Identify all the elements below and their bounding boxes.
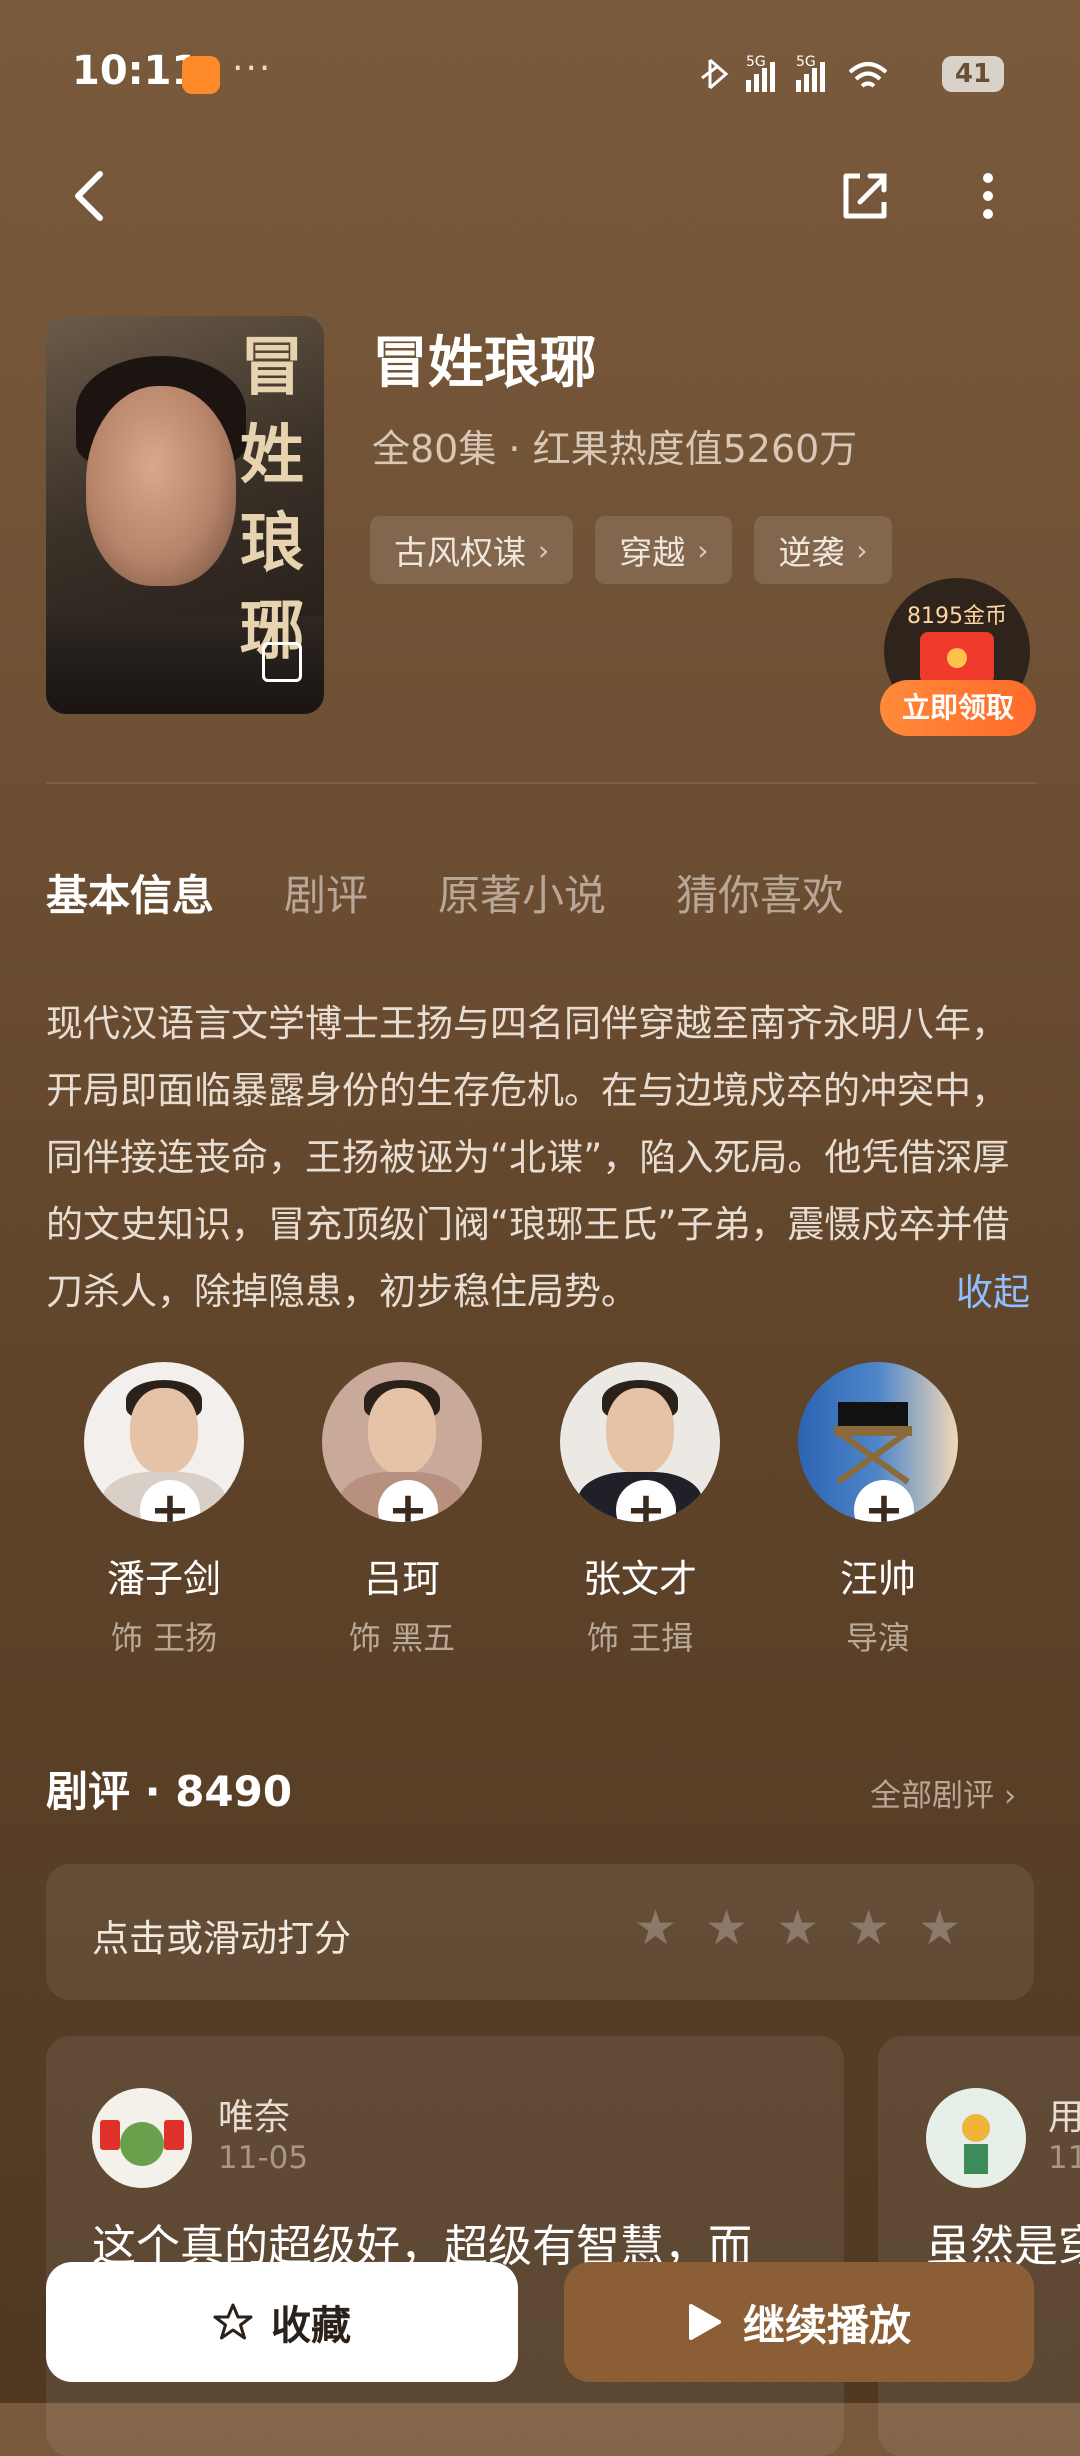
cast-role: 饰 王扬 [110,1619,218,1657]
more-vertical-icon [983,173,993,219]
drama-title: 冒姓琅琊 [372,331,596,396]
avatar: + [560,1362,720,1522]
star-outline-icon [213,2303,253,2340]
more-notifications-indicator: ··· [232,48,273,89]
favorite-button[interactable]: 收藏 [46,2262,518,2382]
cast-name: 潘子剑 [106,1557,221,1601]
favorite-label: 收藏 [271,2303,351,2349]
tab-bar: 基本信息 剧评 原著小说 猜你喜欢 [46,862,844,923]
cast-role: 导演 [845,1619,910,1657]
back-button[interactable] [54,160,126,232]
share-button[interactable] [828,160,900,232]
chevron-right-icon: › [697,533,709,567]
reviewer-avatar-art [962,2114,990,2174]
tab-basic-info[interactable]: 基本信息 [46,862,214,923]
back-arrow-icon [75,171,103,221]
star-icon[interactable]: ★ [776,1900,819,1956]
all-reviews-link[interactable]: 全部剧评 › [870,1770,1016,1815]
reviewer-avatar-art [100,2120,184,2166]
review-date: 11-05 [218,2140,309,2176]
svg-text:5G: 5G [746,54,766,70]
star-icon[interactable]: ★ [705,1900,748,1956]
cast-member[interactable]: + 吕珂 饰 黑五 [312,1362,492,1659]
cast-role: 饰 黑五 [348,1619,456,1657]
review-card[interactable]: 用 11 虽然是穿 [878,2036,1080,2456]
poster-title-calligraphy: 冒姓琅琊 [240,330,304,669]
share-icon [843,173,887,219]
status-time: 10:11 [72,48,200,94]
reward-coins: 8195金币 [907,604,1007,629]
svg-text:5G: 5G [796,54,816,70]
tab-reviews[interactable]: 剧评 [284,862,368,923]
signal-icon: 5G 5G [701,54,888,92]
all-reviews-label: 全部剧评 [870,1778,994,1814]
reviewer-avatar [92,2088,192,2188]
cast-name: 吕珂 [363,1557,440,1601]
bluetooth-signal-wifi-icons: 5G 5G [700,52,930,104]
tag-list: 古风权谋 › 穿越 › 逆袭 › [370,516,892,584]
tag-item[interactable]: 古风权谋 › [370,516,574,584]
continue-play-label: 继续播放 [742,2300,911,2350]
rating-prompt: 点击或滑动打分 [92,1917,351,1960]
cast-name: 汪帅 [839,1557,916,1601]
star-icon[interactable]: ★ [634,1900,677,1956]
more-options-button[interactable] [952,160,1024,232]
drama-meta: 全80集 · 红果热度值5260万 [372,427,858,471]
reviewer-name: 用 [1048,2097,1080,2138]
tag-label: 逆袭 [778,533,845,572]
continue-play-button[interactable]: 继续播放 [564,2262,1034,2382]
star-icon[interactable]: ★ [847,1900,890,1956]
notification-app-icon [182,56,220,94]
cast-name: 张文才 [582,1557,697,1601]
avatar: + [322,1362,482,1522]
tag-label: 穿越 [619,533,686,572]
chevron-right-icon: › [994,1778,1017,1814]
pip-icon[interactable] [262,642,302,682]
status-bar: 10:11 ··· 5G 5G 41 [0,0,1080,150]
claim-reward-button[interactable]: 立即领取 [880,680,1036,736]
drama-poster[interactable]: 冒姓琅琊 [46,316,324,714]
chevron-right-icon: › [538,533,550,567]
review-card[interactable]: 唯奈 11-05 这个真的超级好，超级有智慧，而 [46,2036,844,2456]
star-rating[interactable]: ★ ★ ★ ★ ★ [634,1900,961,1956]
description-text: 现代汉语言文学博士王扬与四名同伴穿越至南齐永明八年，开局即面临暴露身份的生存危机… [46,1002,1010,1313]
reviewer-avatar [926,2088,1026,2188]
chevron-right-icon: › [856,533,868,567]
reviews-heading: 剧评 · 8490 [46,1767,293,1816]
tag-item[interactable]: 逆袭 › [754,516,892,584]
star-icon[interactable]: ★ [918,1900,961,1956]
review-date: 11 [1048,2140,1080,2176]
cast-role: 饰 王揖 [586,1619,694,1657]
divider [46,782,1036,784]
play-icon [688,2304,721,2340]
tab-original-novel[interactable]: 原著小说 [438,862,606,923]
avatar: + [84,1362,244,1522]
collapse-button[interactable]: 收起 [956,1262,1030,1316]
tag-item[interactable]: 穿越 › [595,516,733,584]
red-envelope-icon [920,632,994,684]
battery-indicator: 41 [942,56,1004,92]
tab-recommendations[interactable]: 猜你喜欢 [676,862,844,923]
cast-member[interactable]: + 张文才 饰 王揖 [550,1362,730,1659]
tag-label: 古风权谋 [394,533,526,572]
poster-face [86,386,236,586]
reviewer-name: 唯奈 [218,2097,291,2138]
avatar: + [798,1362,958,1522]
cast-member[interactable]: + 潘子剑 饰 王扬 [74,1362,254,1659]
cast-member[interactable]: + 汪帅 导演 [788,1362,968,1659]
